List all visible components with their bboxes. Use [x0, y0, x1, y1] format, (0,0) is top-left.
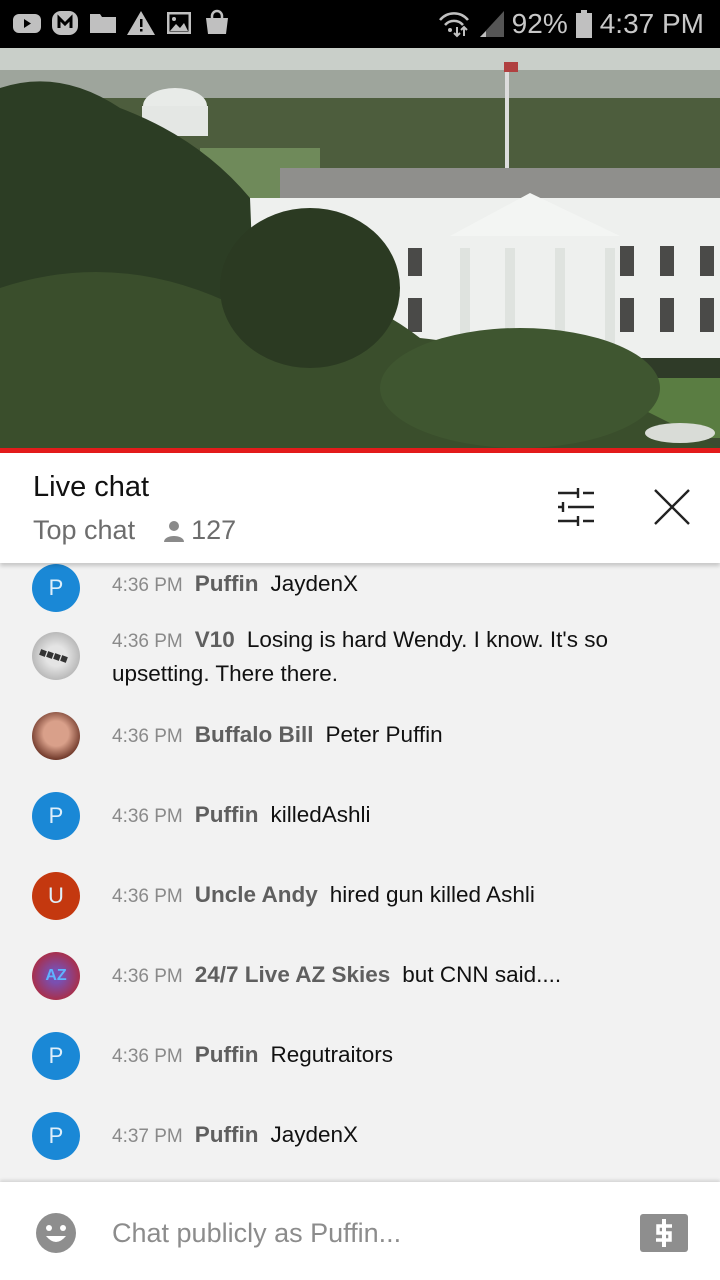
viewer-count-value: 127	[191, 515, 237, 545]
avatar[interactable]: P	[32, 564, 80, 612]
message-author[interactable]: V10	[195, 627, 235, 652]
message-body: 4:36 PM Buffalo Bill Peter Puffin	[112, 719, 692, 753]
message-author[interactable]: Puffin	[195, 571, 259, 596]
system-status: 92% 4:37 PM	[438, 0, 704, 48]
message-author[interactable]: Puffin	[195, 1122, 259, 1147]
message-body: 4:36 PM Puffin JaydenX	[112, 568, 692, 602]
message-text: Losing is hard Wendy. I know. It's so up…	[112, 627, 608, 686]
message-body: 4:36 PM Puffin killedAshli	[112, 799, 692, 833]
message-author[interactable]: Puffin	[195, 1042, 259, 1067]
video-frame	[0, 48, 720, 448]
chat-title: Live chat	[33, 471, 150, 503]
message-text: JaydenX	[270, 571, 359, 596]
message-timestamp: 4:36 PM	[112, 886, 183, 907]
chat-mode-label[interactable]: Top chat	[33, 515, 135, 546]
notification-icons	[12, 8, 232, 38]
battery-percent: 92%	[511, 8, 568, 39]
message-text: killedAshli	[270, 802, 371, 827]
messenger-icon	[52, 11, 78, 35]
shopping-bag-icon	[206, 9, 228, 34]
chat-message-list[interactable]: P 4:36 PM Puffin JaydenX 4:36 PM V10 Losing …	[0, 560, 720, 1182]
message-timestamp: 4:36 PM	[112, 806, 183, 827]
close-icon[interactable]	[648, 483, 696, 531]
dollar-icon	[656, 1219, 672, 1247]
viewer-count: 127	[163, 515, 236, 546]
message-timestamp: 4:36 PM	[112, 631, 183, 652]
avatar[interactable]: U	[32, 872, 80, 920]
filter-settings-button[interactable]	[552, 485, 600, 529]
folder-icon	[90, 14, 116, 33]
chat-mode-selector[interactable]: Top chat 127	[33, 515, 236, 546]
signal-icon	[479, 11, 504, 37]
message-text: but CNN said....	[402, 962, 562, 987]
message-author[interactable]: Uncle Andy	[195, 882, 318, 907]
avatar[interactable]: AZ	[32, 952, 80, 1000]
message-timestamp: 4:37 PM	[112, 1126, 183, 1147]
message-text: JaydenX	[270, 1122, 359, 1147]
avatar[interactable]: P	[32, 1032, 80, 1080]
message-body: 4:36 PM V10 Losing is hard Wendy. I know. …	[112, 624, 692, 690]
image-icon	[167, 12, 191, 34]
message-text: hired gun killed Ashli	[329, 882, 535, 907]
video-player[interactable]	[0, 48, 720, 448]
avatar[interactable]	[32, 632, 80, 680]
avatar[interactable]: P	[32, 792, 80, 840]
clock: 4:37 PM	[599, 8, 704, 39]
message-timestamp: 4:36 PM	[112, 575, 183, 596]
super-chat-button[interactable]	[640, 1214, 688, 1252]
emoji-button[interactable]	[35, 1212, 77, 1254]
message-timestamp: 4:36 PM	[112, 726, 183, 747]
message-author[interactable]: 24/7 Live AZ Skies	[195, 962, 391, 987]
message-author[interactable]: Puffin	[195, 802, 259, 827]
message-timestamp: 4:36 PM	[112, 966, 183, 987]
chat-composer	[0, 1182, 720, 1280]
battery-icon	[575, 10, 592, 38]
person-icon	[164, 520, 185, 542]
message-text: Peter Puffin	[325, 722, 443, 747]
message-timestamp: 4:36 PM	[112, 1046, 183, 1067]
avatar[interactable]: P	[32, 1112, 80, 1160]
avatar[interactable]	[32, 712, 80, 760]
chat-header: Live chat Top chat 127	[0, 453, 720, 563]
chat-input[interactable]	[112, 1212, 612, 1254]
wifi-icon	[438, 12, 469, 38]
avatar-image	[39, 649, 68, 663]
youtube-icon	[13, 14, 41, 33]
message-body: 4:36 PM Puffin Regutraitors	[112, 1039, 692, 1073]
message-body: 4:37 PM Puffin JaydenX	[112, 1119, 692, 1153]
message-body: 4:36 PM 24/7 Live AZ Skies but CNN said...…	[112, 959, 692, 993]
warning-icon	[127, 11, 155, 35]
message-text: Regutraitors	[270, 1042, 394, 1067]
message-body: 4:36 PM Uncle Andy hired gun killed Ashli	[112, 879, 692, 913]
status-bar: 92% 4:37 PM	[0, 0, 720, 48]
message-author[interactable]: Buffalo Bill	[195, 722, 314, 747]
